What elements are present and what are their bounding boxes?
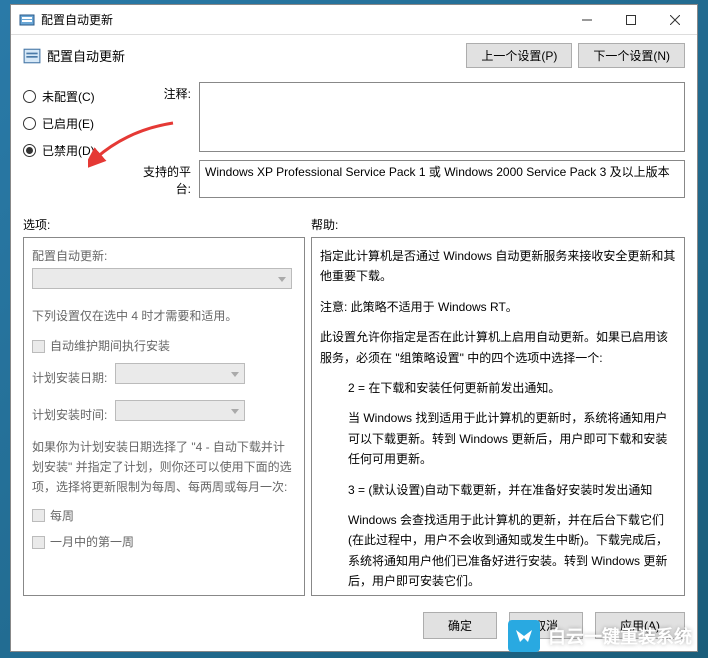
options-section-label: 选项:	[23, 216, 311, 233]
maintenance-checkbox-row: 自动维护期间执行安装	[32, 336, 296, 356]
window-title: 配置自动更新	[41, 11, 565, 28]
section-labels: 选项: 帮助:	[11, 214, 697, 237]
next-setting-button[interactable]: 下一个设置(N)	[578, 43, 685, 68]
radio-label: 已禁用(D)	[42, 142, 95, 159]
minimize-button[interactable]	[565, 5, 609, 35]
prev-setting-button[interactable]: 上一个设置(P)	[466, 43, 572, 68]
help-text: 指定此计算机是否通过 Windows 自动更新服务来接收安全更新和其他重要下载。	[320, 246, 676, 287]
checkbox-icon	[32, 536, 45, 549]
panels: 配置自动更新: 下列设置仅在选中 4 时才需要和适用。 自动维护期间执行安装 计…	[11, 237, 697, 604]
options-note: 下列设置仅在选中 4 时才需要和适用。	[32, 306, 296, 326]
configure-update-label: 配置自动更新:	[32, 246, 296, 266]
install-time-select	[115, 400, 245, 421]
ok-button[interactable]: 确定	[423, 612, 497, 639]
titlebar: 配置自动更新	[11, 5, 697, 35]
help-text: 2 = 在下载和安装任何更新前发出通知。	[320, 378, 676, 398]
radio-icon	[23, 144, 36, 157]
policy-icon	[23, 47, 41, 65]
help-text: 3 = (默认设置)自动下载更新，并在准备好安装时发出通知	[320, 480, 676, 500]
checkbox-icon	[32, 509, 45, 522]
radio-label: 未配置(C)	[42, 88, 95, 105]
weekly-label: 每周	[50, 506, 74, 526]
radio-icon	[23, 90, 36, 103]
radio-label: 已启用(E)	[42, 115, 94, 132]
platform-text: Windows XP Professional Service Pack 1 或…	[205, 165, 670, 179]
radio-not-configured[interactable]: 未配置(C)	[23, 88, 133, 105]
watermark-logo-icon	[508, 620, 540, 652]
options-paragraph: 如果你为计划安装日期选择了 "4 - 自动下载并计划安装" 并指定了计划，则你还…	[32, 437, 296, 498]
maintenance-label: 自动维护期间执行安装	[50, 336, 170, 356]
watermark-text: 白云一键重装系统	[548, 623, 692, 649]
first-week-label: 一月中的第一周	[50, 532, 134, 552]
weekly-checkbox-row: 每周	[32, 506, 296, 526]
config-area: 未配置(C) 已启用(E) 已禁用(D) 注释: 支持的平台: Windows …	[11, 78, 697, 214]
options-panel[interactable]: 配置自动更新: 下列设置仅在选中 4 时才需要和适用。 自动维护期间执行安装 计…	[23, 237, 305, 596]
install-time-label: 计划安装时间:	[32, 405, 107, 425]
maximize-button[interactable]	[609, 5, 653, 35]
configure-update-select	[32, 268, 292, 289]
platform-label: 支持的平台:	[133, 160, 199, 198]
help-text: 当 Windows 找到适用于此计算机的更新时，系统将通知用户可以下载更新。转到…	[320, 408, 676, 469]
comment-label: 注释:	[133, 82, 199, 152]
watermark: 白云一键重装系统	[508, 620, 692, 652]
close-button[interactable]	[653, 5, 697, 35]
app-icon	[19, 12, 35, 28]
platform-box: Windows XP Professional Service Pack 1 或…	[199, 160, 685, 198]
radio-disabled[interactable]: 已禁用(D)	[23, 142, 133, 159]
state-radios: 未配置(C) 已启用(E) 已禁用(D)	[23, 82, 133, 206]
help-text: 此设置允许你指定是否在此计算机上启用自动更新。如果已启用该服务，必须在 "组策略…	[320, 327, 676, 368]
comment-input[interactable]	[199, 82, 685, 152]
checkbox-icon	[32, 340, 45, 353]
header: 配置自动更新 上一个设置(P) 下一个设置(N)	[11, 35, 697, 78]
policy-editor-window: 配置自动更新 配置自动更新 上一个设置(P) 下一个设置(N) 未配置(C) 已…	[10, 4, 698, 652]
radio-enabled[interactable]: 已启用(E)	[23, 115, 133, 132]
help-section-label: 帮助:	[311, 216, 338, 233]
help-panel[interactable]: 指定此计算机是否通过 Windows 自动更新服务来接收安全更新和其他重要下载。…	[311, 237, 685, 596]
radio-icon	[23, 117, 36, 130]
help-text: Windows 会查找适用于此计算机的更新，并在后台下载它们(在此过程中，用户不…	[320, 510, 676, 592]
first-week-checkbox-row: 一月中的第一周	[32, 532, 296, 552]
fields: 注释: 支持的平台: Windows XP Professional Servi…	[133, 82, 685, 206]
help-text: 注意: 此策略不适用于 Windows RT。	[320, 297, 676, 317]
policy-title: 配置自动更新	[47, 46, 460, 65]
install-date-select	[115, 363, 245, 384]
install-date-label: 计划安装日期:	[32, 368, 107, 388]
